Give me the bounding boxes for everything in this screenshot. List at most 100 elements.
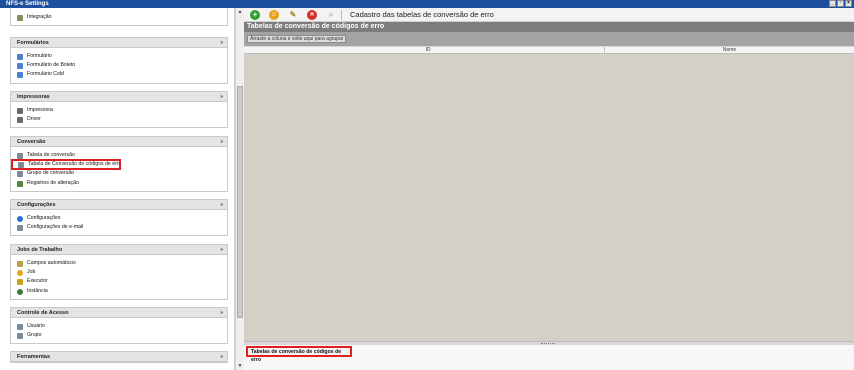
tab-tabelas-conversao-erro[interactable]: Tabelas de conversão de códigos de erro	[246, 346, 352, 363]
sidebar-item-label: Executor	[27, 278, 48, 285]
sidebar-item-formulario-boleto[interactable]: Formulário de Boleto	[11, 61, 227, 70]
collapse-icon[interactable]: »	[220, 38, 223, 48]
settings-icon	[17, 216, 23, 222]
edit-icon[interactable]: ☺	[269, 10, 279, 20]
group-header[interactable]: Ferramentas »	[11, 352, 227, 362]
group-by-panel[interactable]: Arraste a coluna e solte aqui para agrup…	[244, 32, 854, 46]
scroll-thumb[interactable]	[237, 86, 243, 318]
sidebar-item-label: Campos automáticos	[27, 260, 76, 266]
sidebar-item-label: Usuário	[27, 323, 45, 329]
close-button[interactable]: ×	[845, 0, 852, 7]
printer-icon	[17, 108, 23, 114]
sidebar-group-formularios: Formulários » Formulário Formulário de B…	[10, 37, 228, 84]
sidebar-item-label: Instância	[27, 287, 48, 294]
scroll-down-icon[interactable]: ▼	[237, 363, 243, 369]
group-title: Jobs de Trabalho	[17, 247, 63, 253]
grid-header: ID Nome	[244, 46, 854, 54]
change-log-icon	[17, 180, 23, 187]
executor-icon	[17, 279, 23, 286]
sidebar-group-impressoras: Impressoras » Impressora Driver	[10, 91, 228, 129]
group-header[interactable]: Controle de Acesso »	[11, 308, 227, 318]
search-icon[interactable]: ⌕	[326, 10, 336, 20]
main-pane: + ☺ ✎ ✕ ⌕ Cadastro das tabelas de conver…	[244, 8, 854, 370]
instance-icon	[17, 288, 23, 295]
content-area: Tabelas de conversão de códigos de erro …	[244, 22, 854, 341]
group-header[interactable]: Conversão »	[11, 137, 227, 147]
job-icon	[17, 270, 23, 277]
sidebar-item-formulario-cold[interactable]: Formulário Cold	[11, 70, 227, 79]
conversion-table-icon	[18, 162, 24, 169]
sidebar-item-label: Grupo	[27, 332, 42, 339]
sidebar-item-label: Configurações de e-mail	[27, 224, 84, 231]
sidebar-item-impressora[interactable]: Impressora	[11, 106, 227, 115]
sidebar-item-label: Configurações	[27, 215, 61, 221]
collapse-icon[interactable]: »	[220, 352, 223, 362]
group-title: Formulários	[17, 40, 49, 46]
sidebar-group-integration: Integração	[10, 8, 228, 26]
scroll-up-icon[interactable]: ▲	[237, 9, 243, 15]
sidebar-item-label: Driver	[27, 116, 41, 123]
form-icon	[17, 63, 23, 70]
group-title: Ferramentas	[17, 354, 51, 360]
toolbar-title: Cadastro das tabelas de conversão de err…	[350, 10, 494, 19]
title-bar: NFS-e Settings _ ▫ ×	[0, 0, 854, 8]
delete-icon[interactable]: ✕	[307, 10, 317, 20]
sidebar-item-driver[interactable]: Driver	[11, 115, 227, 124]
group-header[interactable]: Impressoras »	[11, 92, 227, 102]
sidebar-item-tabela-conversao[interactable]: Tabela de conversão	[11, 151, 227, 160]
sidebar-item-campos-automaticos[interactable]: Campos automáticos	[11, 259, 227, 268]
add-icon[interactable]: +	[250, 10, 260, 20]
group-title: Conversão	[17, 139, 46, 145]
restore-button[interactable]: ▫	[837, 0, 844, 7]
sidebar-group-conversao: Conversão » Tabela de conversão Tabela d…	[10, 136, 228, 192]
sidebar-item-label: Tabela de Conversão de códigos de erro	[28, 161, 122, 168]
sidebar-item-configuracoes-email[interactable]: Configurações de e-mail	[11, 223, 227, 232]
minimize-button[interactable]: _	[829, 0, 836, 7]
sidebar-item-registros-alteracao[interactable]: Registros de alteração	[11, 179, 227, 188]
sidebar-item-grupo-conversao[interactable]: Grupo de conversão	[11, 169, 227, 178]
sidebar-item-tabela-conversao-erro[interactable]: Tabela de Conversão de códigos de erro	[11, 159, 122, 171]
user-icon	[17, 324, 23, 330]
sidebar-scrollbar[interactable]: ▲ ▼	[235, 8, 244, 370]
sidebar-item-label: Formulário Cold	[27, 71, 64, 78]
sidebar-item-label: Formulário	[27, 53, 52, 59]
sidebar-item-label: Formulário de Boleto	[27, 62, 76, 69]
collapse-icon[interactable]: »	[220, 200, 223, 210]
sidebar-item-label: Grupo de conversão	[27, 170, 75, 177]
sidebar: Integração Formulários » Formulário Form…	[0, 8, 235, 370]
window-controls: _ ▫ ×	[829, 0, 852, 7]
tools-icon[interactable]: ✎	[288, 10, 298, 20]
sidebar-item-grupo[interactable]: Grupo	[11, 331, 227, 340]
auto-fields-icon	[17, 261, 23, 267]
group-header[interactable]: Configurações »	[11, 200, 227, 210]
toolbar-separator	[341, 10, 342, 20]
sidebar-item-configuracoes[interactable]: Configurações	[11, 214, 227, 223]
sidebar-item-formulario[interactable]: Formulário	[11, 52, 227, 61]
sidebar-item-job[interactable]: Job	[11, 268, 227, 277]
collapse-icon[interactable]: »	[220, 92, 223, 102]
email-settings-icon	[17, 225, 23, 232]
window-title: NFS-e Settings	[6, 1, 49, 7]
group-title: Controle de Acesso	[17, 310, 69, 316]
collapse-icon[interactable]: »	[220, 245, 223, 255]
sidebar-item-label: Impressora	[27, 107, 53, 113]
column-header-nome[interactable]: Nome	[605, 47, 854, 54]
content-title: Tabelas de conversão de códigos de erro	[244, 22, 854, 32]
group-header[interactable]: Jobs de Trabalho »	[11, 245, 227, 255]
collapse-icon[interactable]: »	[220, 308, 223, 318]
sidebar-item-label: Tabela de conversão	[27, 152, 75, 158]
conversion-table-icon	[17, 153, 23, 159]
collapse-icon[interactable]: »	[220, 137, 223, 147]
sidebar-item-label: Integração	[27, 14, 52, 20]
app-window: NFS-e Settings _ ▫ × Integração Formulár…	[0, 0, 854, 370]
sidebar-item-executor[interactable]: Executor	[11, 277, 227, 286]
column-header-id[interactable]: ID	[252, 47, 605, 54]
group-header[interactable]: Formulários »	[11, 38, 227, 48]
sidebar-group-controle-acesso: Controle de Acesso » Usuário Grupo	[10, 307, 228, 345]
sidebar-item-usuario[interactable]: Usuário	[11, 322, 227, 331]
sidebar-item-instancia[interactable]: Instância	[11, 287, 227, 296]
toolbar: + ☺ ✎ ✕ ⌕ Cadastro das tabelas de conver…	[244, 8, 854, 22]
sidebar-item-integracao[interactable]: Integração	[11, 13, 227, 22]
group-by-hint: Arraste a coluna e solte aqui para agrup…	[247, 35, 347, 43]
bottom-tab-bar: Tabelas de conversão de códigos de erro	[244, 345, 854, 370]
